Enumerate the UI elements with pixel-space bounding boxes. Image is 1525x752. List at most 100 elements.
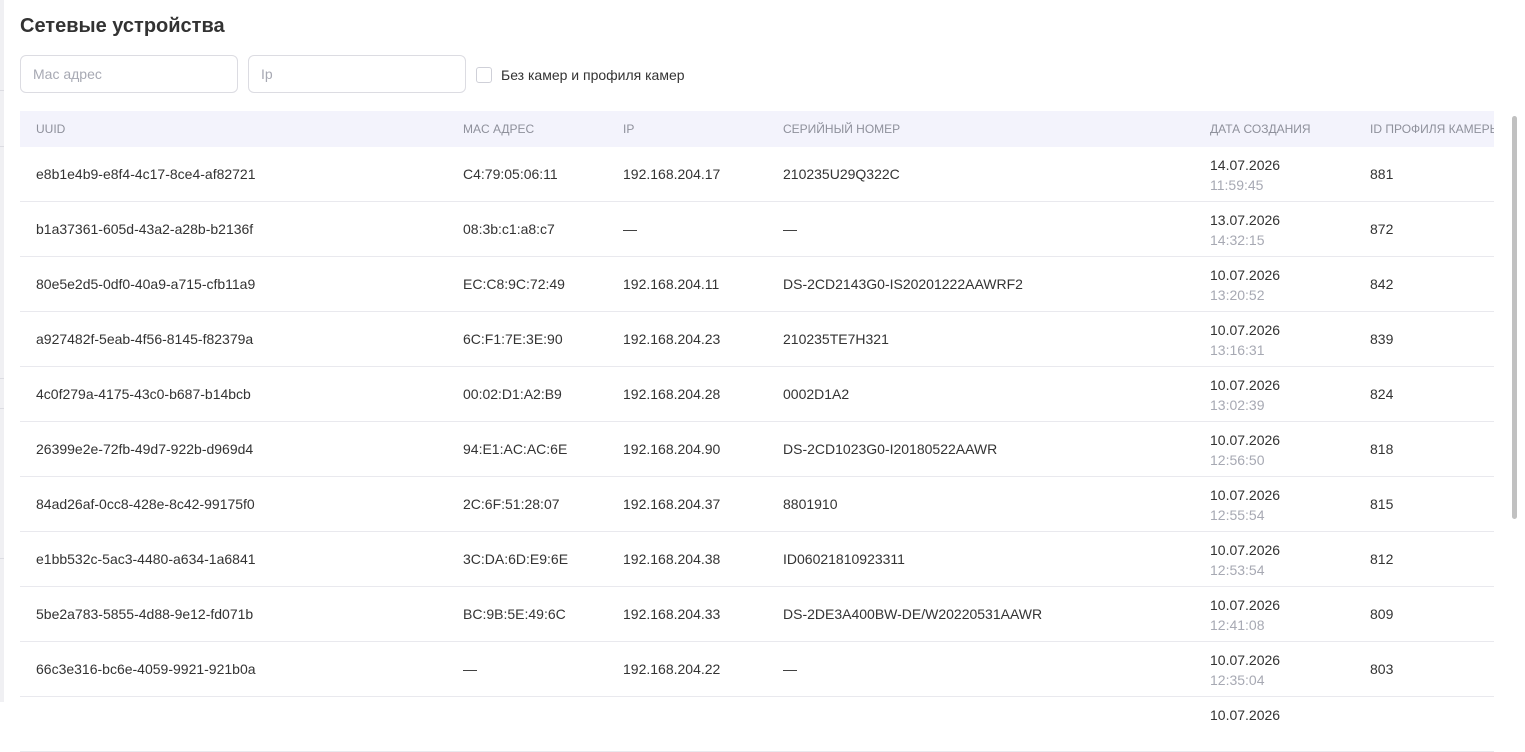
- profile-id-cell: 818: [1370, 441, 1394, 457]
- created-cell: 10.07.2026 13:16:31: [1210, 320, 1280, 360]
- mac-cell: EC:C8:9C:72:49: [463, 276, 565, 292]
- serial-cell: 210235TE7H321: [783, 331, 889, 347]
- table-row[interactable]: 4c0f279a-4175-43c0-b687-b14bcb 00:02:D1:A…: [20, 367, 1494, 422]
- mac-cell: BC:9B:5E:49:6C: [463, 606, 566, 622]
- profile-id-cell: 824: [1370, 386, 1394, 402]
- created-cell: 10.07.2026 13:20:52: [1210, 265, 1280, 305]
- ip-cell: 192.168.204.38: [623, 551, 721, 567]
- ip-cell: 192.168.204.11: [623, 276, 720, 292]
- created-date: 10.07.2026: [1210, 432, 1281, 448]
- created-date: 10.07.2026: [1210, 597, 1281, 613]
- column-header-created[interactable]: ДАТА СОЗДАНИЯ: [1210, 111, 1311, 147]
- mac-cell: 00:02:D1:A2:B9: [463, 386, 562, 402]
- ip-cell: 192.168.204.17: [623, 166, 721, 182]
- created-date: 10.07.2026: [1210, 487, 1281, 503]
- serial-cell: 8801910: [783, 496, 838, 512]
- uuid-cell: 4c0f279a-4175-43c0-b687-b14bcb: [36, 386, 251, 402]
- mac-cell: 2C:6F:51:28:07: [463, 496, 560, 512]
- created-date: 10.07.2026: [1210, 652, 1281, 668]
- ip-cell: 192.168.204.22: [623, 661, 721, 677]
- created-time: 14:32:15: [1210, 232, 1265, 248]
- created-cell: 10.07.2026: [1210, 705, 1280, 725]
- serial-cell: 210235U29Q322C: [783, 166, 900, 182]
- table-row[interactable]: 5be2a783-5855-4d88-9e12-fd071b BC:9B:5E:4…: [20, 587, 1494, 642]
- ip-cell: 192.168.204.37: [623, 496, 721, 512]
- created-time: 13:02:39: [1210, 397, 1265, 413]
- uuid-cell: 80e5e2d5-0df0-40a9-a715-cfb11a9: [36, 276, 256, 292]
- uuid-cell: 66c3e316-bc6e-4059-9921-921b0a: [36, 661, 256, 677]
- mac-cell: —: [463, 661, 477, 677]
- profile-id-cell: 881: [1370, 166, 1394, 182]
- ip-cell: —: [623, 221, 637, 237]
- mac-filter-input[interactable]: [20, 55, 238, 93]
- column-header-ip[interactable]: IP: [623, 111, 634, 147]
- profile-id-cell: 842: [1370, 276, 1394, 292]
- created-time: 13:20:52: [1210, 287, 1265, 303]
- table-body: e8b1e4b9-e8f4-4c17-8ce4-af82721 C4:79:05:…: [20, 147, 1494, 752]
- no-cameras-checkbox[interactable]: [476, 67, 492, 83]
- page-title: Сетевые устройства: [20, 15, 225, 37]
- created-date: 14.07.2026: [1210, 157, 1281, 173]
- created-cell: 10.07.2026 12:35:04: [1210, 650, 1280, 690]
- table-header: UUID MAC АДРЕС IP СЕРИЙНЫЙ НОМЕР ДАТА СО…: [20, 111, 1494, 147]
- created-time: 11:59:45: [1210, 177, 1264, 193]
- created-time: 12:56:50: [1210, 452, 1265, 468]
- uuid-cell: 5be2a783-5855-4d88-9e12-fd071b: [36, 606, 254, 622]
- table-row[interactable]: 80e5e2d5-0df0-40a9-a715-cfb11a9 EC:C8:9C:…: [20, 257, 1494, 312]
- scrollbar-thumb[interactable]: [1512, 116, 1517, 519]
- column-header-profile-id[interactable]: ID ПРОФИЛЯ КАМЕРЫ: [1370, 111, 1494, 147]
- profile-id-cell: 809: [1370, 606, 1394, 622]
- created-time: 12:41:08: [1210, 617, 1265, 633]
- created-time: 13:16:31: [1210, 342, 1265, 358]
- table-row[interactable]: 84ad26af-0cc8-428e-8c42-99175f0 2C:6F:51:…: [20, 477, 1494, 532]
- devices-table: UUID MAC АДРЕС IP СЕРИЙНЫЙ НОМЕР ДАТА СО…: [20, 111, 1494, 752]
- created-time: 12:53:54: [1210, 562, 1265, 578]
- ip-cell: 192.168.204.33: [623, 606, 721, 622]
- ip-filter-input[interactable]: [248, 55, 466, 93]
- created-cell: 10.07.2026 13:02:39: [1210, 375, 1280, 415]
- created-date: 10.07.2026: [1210, 707, 1281, 723]
- table-row[interactable]: e1bb532c-5ac3-4480-a634-1a6841 3C:DA:6D:E…: [20, 532, 1494, 587]
- column-header-uuid[interactable]: UUID: [36, 111, 65, 147]
- created-cell: 14.07.2026 11:59:45: [1210, 155, 1280, 195]
- created-cell: 10.07.2026 12:56:50: [1210, 430, 1280, 470]
- uuid-cell: e8b1e4b9-e8f4-4c17-8ce4-af82721: [36, 166, 256, 182]
- created-date: 10.07.2026: [1210, 322, 1281, 338]
- created-cell: 10.07.2026 12:55:54: [1210, 485, 1280, 525]
- no-cameras-filter[interactable]: Без камер и профиля камер: [476, 65, 685, 85]
- uuid-cell: a927482f-5eab-4f56-8145-f82379a: [36, 331, 254, 347]
- uuid-cell: 84ad26af-0cc8-428e-8c42-99175f0: [36, 496, 255, 512]
- vertical-scrollbar[interactable]: [1509, 111, 1519, 702]
- ip-cell: 192.168.204.23: [623, 331, 721, 347]
- mac-cell: 08:3b:c1:a8:c7: [463, 221, 555, 237]
- created-cell: 10.07.2026 12:41:08: [1210, 595, 1280, 635]
- column-header-serial[interactable]: СЕРИЙНЫЙ НОМЕР: [783, 111, 900, 147]
- table-row[interactable]: b1a37361-605d-43a2-a28b-b2136f 08:3b:c1:a…: [20, 202, 1494, 257]
- profile-id-cell: 872: [1370, 221, 1394, 237]
- serial-cell: —: [783, 221, 797, 237]
- table-row[interactable]: 66c3e316-bc6e-4059-9921-921b0a — 192.168.2…: [20, 642, 1494, 697]
- column-header-mac[interactable]: MAC АДРЕС: [463, 111, 534, 147]
- profile-id-cell: 803: [1370, 661, 1394, 677]
- mac-cell: 6C:F1:7E:3E:90: [463, 331, 563, 347]
- created-cell: 13.07.2026 14:32:15: [1210, 210, 1280, 250]
- ip-cell: 192.168.204.90: [623, 441, 721, 457]
- created-time: 12:55:54: [1210, 507, 1265, 523]
- profile-id-cell: 815: [1370, 496, 1394, 512]
- created-date: 10.07.2026: [1210, 267, 1281, 283]
- table-row[interactable]: 10.07.2026: [20, 697, 1494, 752]
- profile-id-cell: 839: [1370, 331, 1394, 347]
- left-panel-edge: [0, 0, 4, 702]
- serial-cell: DS-2DE3A400BW-DE/W20220531AAWR: [783, 606, 1043, 622]
- serial-cell: DS-2CD1023G0-I20180522AAWR: [783, 441, 998, 457]
- no-cameras-label: Без камер и профиля камер: [501, 67, 685, 83]
- table-row[interactable]: 26399e2e-72fb-49d7-922b-d969d4 94:E1:AC:A…: [20, 422, 1494, 477]
- created-date: 10.07.2026: [1210, 377, 1281, 393]
- uuid-cell: 26399e2e-72fb-49d7-922b-d969d4: [36, 441, 254, 457]
- table-row[interactable]: a927482f-5eab-4f56-8145-f82379a 6C:F1:7E:…: [20, 312, 1494, 367]
- mac-cell: C4:79:05:06:11: [463, 166, 558, 182]
- uuid-cell: b1a37361-605d-43a2-a28b-b2136f: [36, 221, 254, 237]
- table-row[interactable]: e8b1e4b9-e8f4-4c17-8ce4-af82721 C4:79:05:…: [20, 147, 1494, 202]
- mac-cell: 94:E1:AC:AC:6E: [463, 441, 568, 457]
- created-cell: 10.07.2026 12:53:54: [1210, 540, 1280, 580]
